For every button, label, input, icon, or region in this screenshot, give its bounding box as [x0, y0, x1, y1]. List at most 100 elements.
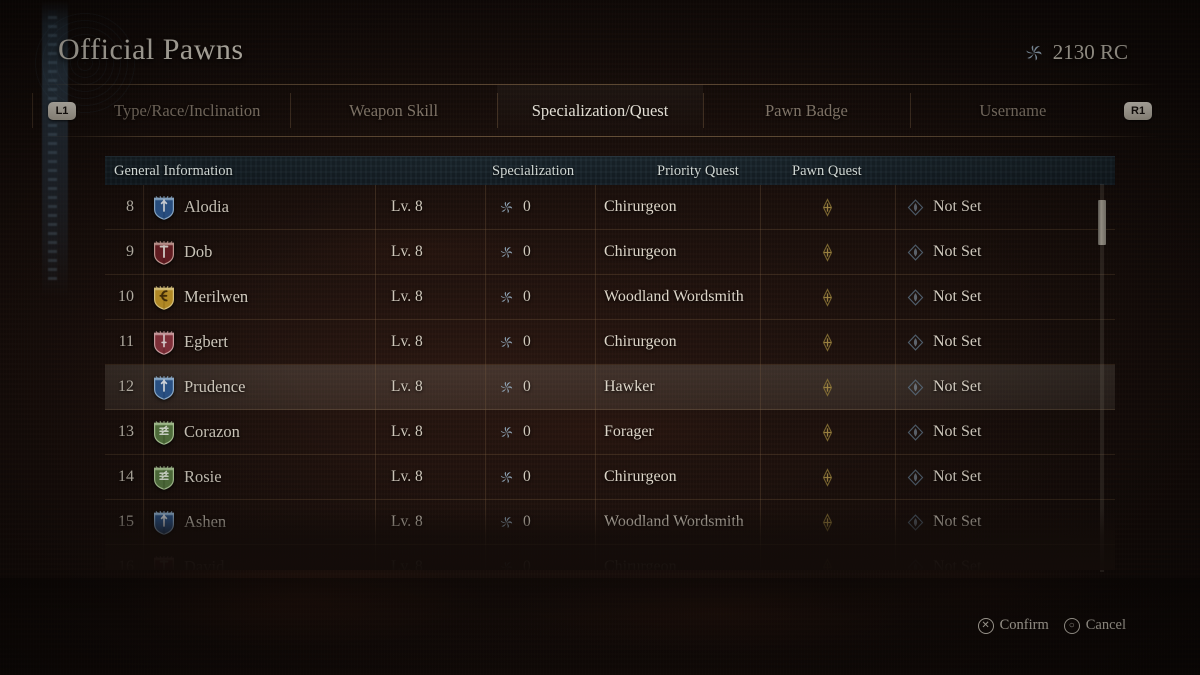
row-index: 9	[126, 243, 134, 260]
pawn-quest-value: Not Set	[933, 243, 982, 260]
table-row[interactable]: 15 Ashen Lv. 8 0 Woodland Wordsmith Not Set	[105, 499, 1115, 545]
column-header-specialization: Specialization	[492, 162, 575, 179]
cancel-button[interactable]: ○ Cancel	[1063, 617, 1126, 634]
pawn-quest-icon	[906, 378, 925, 397]
pawn-quest-icon	[906, 198, 925, 217]
priority-quest-icon	[818, 287, 837, 307]
confirm-button[interactable]: ✕ Confirm	[977, 617, 1049, 634]
pawn-rc-cost: 0	[485, 229, 595, 275]
pawn-priority-quest	[760, 544, 895, 570]
row-index: 13	[118, 423, 134, 440]
pawn-level: Lv. 8	[375, 184, 485, 230]
pawn-level: Lv. 8	[375, 274, 485, 320]
pawn-quest-icon	[906, 423, 925, 442]
footer-actions: ✕ Confirm ○ Cancel	[977, 617, 1126, 634]
rift-crystal-icon	[1024, 43, 1044, 63]
row-index: 10	[118, 288, 134, 305]
page-title: Official Pawns	[58, 33, 244, 66]
priority-quest-icon	[818, 557, 837, 570]
table-row[interactable]: 16 David Lv. 8 0 Chirurgeon Not Set	[105, 544, 1115, 570]
table-row[interactable]: 13 Corazon Lv. 8 0 Forager Not Set	[105, 409, 1115, 455]
pawn-level: Lv. 8	[375, 364, 485, 410]
tab-username[interactable]: Username	[909, 85, 1116, 136]
pawn-specialization: Hawker	[595, 364, 760, 410]
vocation-thief-icon	[153, 330, 175, 355]
pawn-quest-icon	[906, 513, 925, 532]
pawn-name-cell: Alodia	[143, 184, 375, 230]
priority-quest-icon	[818, 377, 837, 397]
pawn-quest-value: Not Set	[933, 378, 982, 395]
pawn-name: Dob	[184, 242, 213, 261]
pawn-name: Corazon	[184, 422, 240, 441]
tab-type-race-inclination[interactable]: Type/Race/Inclination	[84, 85, 290, 136]
pawn-quest-icon	[906, 243, 925, 262]
pawn-quest-cell: Not Set	[895, 364, 1115, 410]
rift-crystal-icon	[499, 380, 514, 395]
pawn-priority-quest	[760, 184, 895, 230]
pawn-quest-cell: Not Set	[895, 229, 1115, 275]
pawn-level: Lv. 8	[375, 454, 485, 500]
pawn-quest-value: Not Set	[933, 513, 982, 530]
priority-quest-icon	[818, 332, 837, 352]
table-row[interactable]: 9 Dob Lv. 8 0 Chirurgeon Not Set	[105, 229, 1115, 275]
rift-crystal-icon	[499, 335, 514, 350]
pawn-priority-quest	[760, 454, 895, 500]
pawn-rc-cost: 0	[485, 274, 595, 320]
currency-value: 2130 RC	[1052, 40, 1128, 64]
pawn-rc-cost: 0	[485, 499, 595, 545]
currency-display: 2130 RC	[1024, 40, 1128, 65]
row-index: 8	[126, 198, 134, 215]
vocation-warrior-icon	[153, 240, 175, 265]
pawn-specialization: Chirurgeon	[595, 229, 760, 275]
rift-crystal-icon	[499, 515, 514, 530]
rift-crystal-icon	[499, 425, 514, 440]
pawn-list: 8 Alodia Lv. 8 0 Chirurgeon Not Set 9 Dob Lv. 80…	[105, 184, 1115, 570]
tab-specialization-quest[interactable]: Specialization/Quest	[496, 85, 704, 136]
table-header-row: General Information Specialization Prior…	[105, 156, 1115, 185]
tab-bar: L1 Type/Race/Inclination Weapon Skill Sp…	[40, 85, 1160, 136]
vocation-fighter-icon	[153, 510, 175, 535]
l1-bumper-badge[interactable]: L1	[48, 101, 76, 120]
tab-pawn-badge[interactable]: Pawn Badge	[703, 85, 909, 136]
r1-bumper-badge[interactable]: R1	[1124, 101, 1153, 120]
pawn-quest-cell: Not Set	[895, 319, 1115, 365]
tab-weapon-skill[interactable]: Weapon Skill	[290, 85, 496, 136]
table-row[interactable]: 11 Egbert Lv. 8 0 Chirurgeon Not Set	[105, 319, 1115, 365]
table-row[interactable]: 8 Alodia Lv. 8 0 Chirurgeon Not Set	[105, 184, 1115, 230]
table-row[interactable]: 14 Rosie Lv. 8 0 Chirurgeon Not Set	[105, 454, 1115, 500]
priority-quest-icon	[818, 242, 837, 262]
pawn-name-cell: Rosie	[143, 454, 375, 500]
pawn-quest-value: Not Set	[933, 333, 982, 350]
divider-bottom	[40, 136, 1160, 137]
pawn-quest-cell: Not Set	[895, 499, 1115, 545]
priority-quest-icon	[818, 467, 837, 487]
pawn-specialization: Forager	[595, 409, 760, 455]
pawn-specialization: Chirurgeon	[595, 454, 760, 500]
pawn-quest-value: Not Set	[933, 423, 982, 440]
pawn-name-cell: Ashen	[143, 499, 375, 545]
pawn-quest-icon	[906, 558, 925, 570]
pawn-quest-cell: Not Set	[895, 454, 1115, 500]
pawn-specialization: Chirurgeon	[595, 184, 760, 230]
table-row[interactable]: 10 Merilwen Lv. 8 0 Woodland Wordsmith Not Se…	[105, 274, 1115, 320]
circle-button-icon: ○	[1063, 617, 1080, 634]
pawn-name-cell: David	[143, 544, 375, 570]
pawn-level: Lv. 8	[375, 409, 485, 455]
pawn-level: Lv. 8	[375, 319, 485, 365]
pawn-priority-quest	[760, 364, 895, 410]
pawn-name-cell: Egbert	[143, 319, 375, 365]
pawn-quest-value: Not Set	[933, 558, 982, 570]
pawn-rc-cost: 0	[485, 364, 595, 410]
pawn-priority-quest	[760, 274, 895, 320]
pawn-quest-icon	[906, 333, 925, 352]
pawn-specialization: Woodland Wordsmith	[595, 274, 760, 320]
scrollbar-thumb[interactable]	[1098, 200, 1106, 245]
vocation-fighter-icon	[153, 195, 175, 220]
pawn-table-panel: General Information Specialization Prior…	[105, 156, 1115, 570]
vocation-warrior-icon	[153, 555, 175, 570]
table-row[interactable]: 12 Prudence Lv. 8 0 Hawker Not Set	[105, 364, 1115, 410]
row-index: 14	[118, 468, 134, 485]
pawn-specialization: Chirurgeon	[595, 544, 760, 570]
vocation-archer-icon	[153, 420, 175, 445]
priority-quest-icon	[818, 422, 837, 442]
